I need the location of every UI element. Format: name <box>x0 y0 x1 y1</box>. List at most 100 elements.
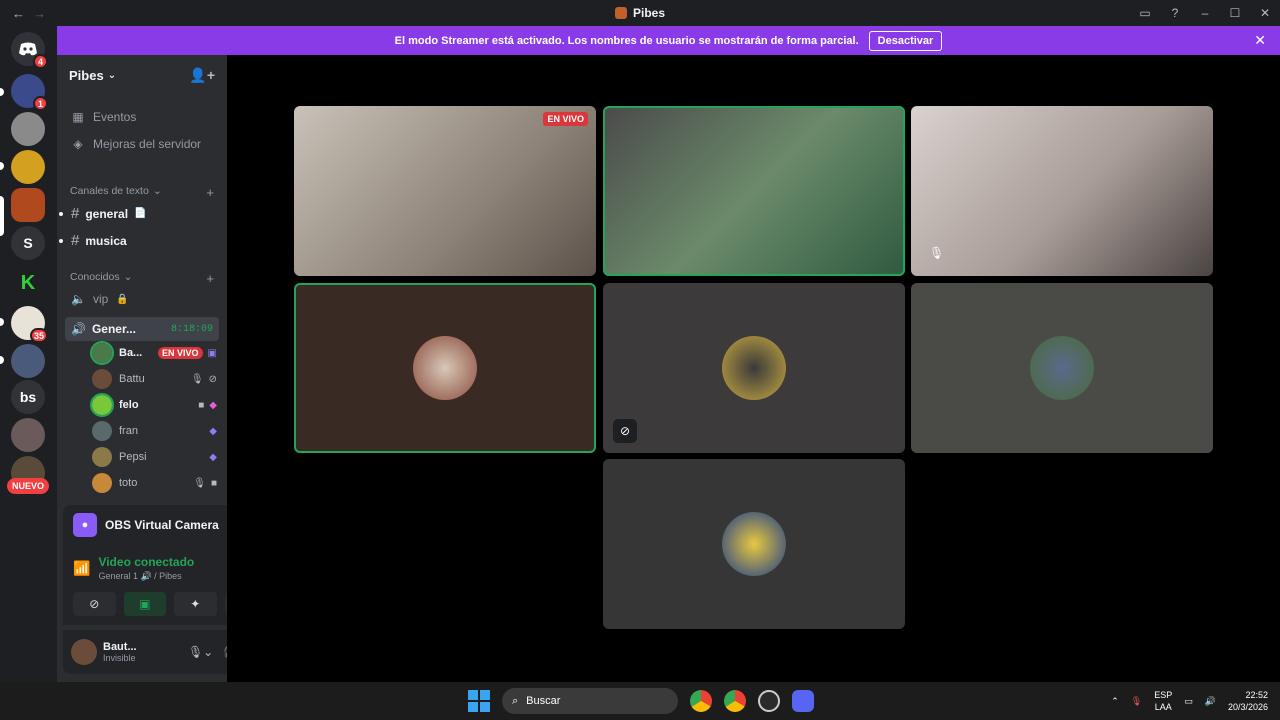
events-item[interactable]: ▦ Eventos <box>71 110 136 124</box>
category-text-channels[interactable]: Canales de texto ⌄ + <box>70 185 214 200</box>
channel-general[interactable]: # general 📄 <box>59 205 147 222</box>
close-icon[interactable]: ✕ <box>1254 32 1266 49</box>
voice-user[interactable]: Battu 🎙 ⊘ <box>92 368 217 390</box>
mic-off-icon: 🎙 <box>190 373 204 385</box>
speaker-icon: 🔈 <box>71 292 86 306</box>
note-icon: 📄 <box>134 208 147 219</box>
voice-user[interactable]: Pepsi ◆ <box>92 446 217 468</box>
game-icon: ◆ <box>209 399 217 411</box>
maximize-button[interactable]: ☐ <box>1220 6 1250 20</box>
voice-tile[interactable] <box>294 283 596 453</box>
microphone-icon[interactable]: 🎙⌄ <box>188 645 213 659</box>
channel-name: general <box>85 206 129 221</box>
server-icon-2[interactable] <box>11 112 45 146</box>
clock[interactable]: 22:52 20/3/2026 <box>1228 689 1268 713</box>
time: 22:52 <box>1245 690 1268 700</box>
back-arrow-icon[interactable]: ← <box>12 6 25 21</box>
server-name: Pibes <box>69 67 104 83</box>
notification-badge: 35 <box>29 328 48 343</box>
date: 20/3/2026 <box>1227 702 1268 712</box>
connection-channel[interactable]: General 1 🔊 / Pibes <box>98 571 194 582</box>
boosts-item[interactable]: ◈ Mejoras del servidor <box>71 137 201 151</box>
lang-top: ESP <box>1154 690 1173 700</box>
video-tile-camera[interactable]: 🎙 <box>911 106 1213 276</box>
close-window-button[interactable]: ✕ <box>1250 6 1280 20</box>
avatar <box>90 393 114 417</box>
notification-badge: 4 <box>33 54 48 69</box>
notification-badge: 1 <box>33 96 48 111</box>
add-channel-icon[interactable]: + <box>206 271 214 286</box>
boost-icon: ◈ <box>73 137 83 151</box>
volume-icon[interactable]: 🔊 <box>1205 696 1216 707</box>
microphone-icon[interactable]: 🎙 <box>1131 696 1142 707</box>
category-conocidos[interactable]: Conocidos ⌄ + <box>70 271 214 286</box>
chrome-profile-icon[interactable] <box>724 690 746 712</box>
voice-tile[interactable] <box>603 459 905 629</box>
avatar <box>92 447 112 467</box>
discord-logo-icon <box>19 42 37 56</box>
avatar <box>92 421 112 441</box>
avatar <box>1030 336 1094 400</box>
video-tile-stream[interactable]: EN VIVO <box>294 106 596 276</box>
server-icon-3[interactable] <box>11 150 45 184</box>
chrome-icon[interactable] <box>690 690 712 712</box>
voice-channel-active[interactable]: 🔊 Gener... 8:18:09 <box>65 317 219 341</box>
channel-musica[interactable]: # musica <box>59 232 127 249</box>
server-icon-9[interactable]: bs <box>11 380 45 414</box>
avatar <box>413 336 477 400</box>
server-icon-4[interactable] <box>11 188 45 222</box>
avatar[interactable] <box>71 639 97 665</box>
server-icon-5[interactable]: S <box>11 226 45 260</box>
game-icon: ◆ <box>209 425 217 437</box>
voice-user[interactable]: toto 🎙 ■ <box>92 472 217 494</box>
user-name: Pepsi <box>119 451 147 463</box>
user-status: Invisible <box>103 653 136 663</box>
activities-button[interactable]: ✦ <box>174 592 217 616</box>
server-icon-6[interactable]: K <box>11 266 45 300</box>
connection-status[interactable]: Video conectado <box>98 555 194 569</box>
network-icon[interactable]: ▭ <box>1184 696 1193 707</box>
server-list: 4 1 S K 35 bs NUEVO <box>0 26 57 682</box>
events-label: Eventos <box>93 110 137 124</box>
discord-home-button[interactable]: 4 <box>11 32 48 69</box>
new-badge: NUEVO <box>7 478 50 494</box>
video-tile-camera[interactable] <box>603 106 905 276</box>
camera-off-button[interactable]: ⊘ <box>73 592 116 616</box>
voice-tile[interactable]: ⊘ <box>603 283 905 453</box>
title-bar: ← → Pibes ▭ ? – ☐ ✕ <box>0 0 1280 26</box>
avatar <box>92 473 112 493</box>
voice-tile[interactable] <box>911 283 1213 453</box>
voice-user[interactable]: felo ■ ◆ <box>90 393 217 417</box>
calendar-icon: ▦ <box>72 110 84 124</box>
add-user-icon[interactable]: 👤+ <box>189 67 215 84</box>
forward-arrow-icon[interactable]: → <box>33 6 46 21</box>
voice-channel-vip[interactable]: 🔈 vip 🔒 <box>71 292 129 306</box>
chevron-up-icon[interactable]: ⌃ <box>1111 696 1119 707</box>
screen-share-button[interactable]: ▣ <box>123 592 166 616</box>
camera-icon: ■ <box>198 399 205 411</box>
server-icon-1[interactable]: 1 <box>11 74 48 111</box>
user-name: Ba... <box>119 347 143 359</box>
inbox-icon[interactable]: ▭ <box>1130 6 1160 20</box>
server-icon-7[interactable]: 35 <box>11 306 48 343</box>
search-input[interactable]: ⌕ Buscar <box>502 688 678 714</box>
add-channel-icon[interactable]: + <box>206 185 214 200</box>
avatar <box>722 336 786 400</box>
voice-user[interactable]: fran ◆ <box>92 420 217 442</box>
deafen-icon: ⊘ <box>208 373 217 385</box>
server-label: S <box>23 235 33 251</box>
search-placeholder: Buscar <box>526 695 561 707</box>
user-name: Battu <box>119 373 145 385</box>
server-icon-10[interactable] <box>11 418 45 452</box>
avatar <box>90 341 114 365</box>
minimize-button[interactable]: – <box>1190 6 1220 20</box>
voice-user[interactable]: Ba... EN VIVO ▣ <box>90 341 217 365</box>
help-icon[interactable]: ? <box>1160 6 1190 20</box>
windows-start-icon[interactable] <box>468 690 490 712</box>
obs-icon[interactable] <box>758 690 780 712</box>
server-icon-8[interactable] <box>11 344 45 378</box>
discord-icon[interactable] <box>792 690 814 712</box>
language-indicator[interactable]: ESP LAA <box>1154 689 1172 713</box>
deactivate-button[interactable]: Desactivar <box>868 30 943 51</box>
server-header[interactable]: Pibes ⌄ 👤+ <box>57 55 227 95</box>
